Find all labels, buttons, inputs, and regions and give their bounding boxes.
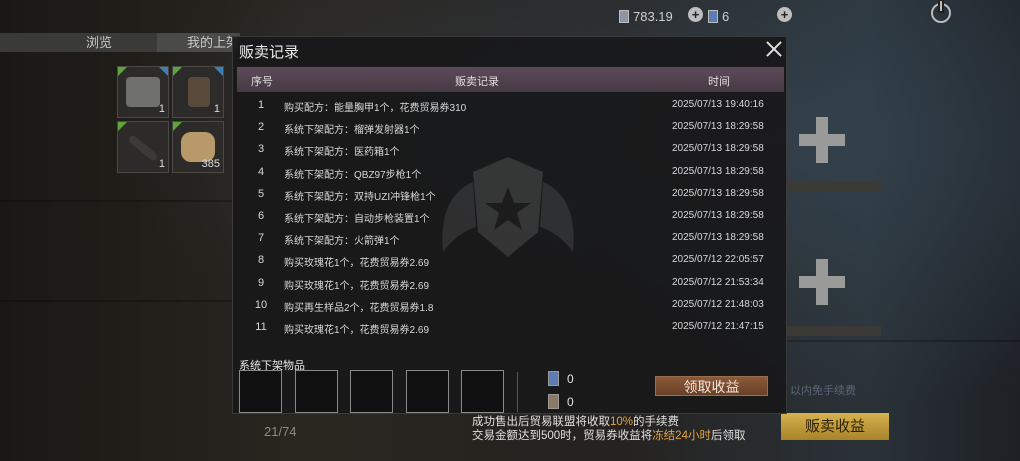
claim-earnings-button[interactable]: 领取收益	[655, 376, 768, 396]
background-note: 以内免手续费	[790, 385, 856, 397]
sales-record-dialog: 贩卖记录 序号 贩卖记录 时间 1 购买配方：能量胸甲1个，花费贸易券310 202…	[232, 36, 787, 414]
add-currency-button[interactable]: +	[688, 7, 703, 22]
check-icon	[173, 67, 182, 76]
tab-bar: 浏览 我的上架	[0, 33, 240, 52]
table-header: 序号 贩卖记录 时间	[237, 67, 784, 92]
ticket-display: 6	[708, 9, 729, 24]
item-figure-icon	[188, 77, 210, 107]
trade-coupon-icon	[548, 394, 559, 409]
inventory-slot[interactable]: 1	[172, 66, 224, 118]
sell-earnings-button[interactable]: 贩卖收益	[781, 413, 889, 440]
column-header-time: 时间	[708, 76, 730, 88]
delisted-item-slot[interactable]	[239, 370, 282, 413]
table-row: 2 系统下架配方：榴弹发射器1个 2025/07/13 18:29:58	[257, 121, 764, 137]
table-row: 6 系统下架配方：自动步枪装置1个 2025/07/13 18:29:58	[257, 209, 764, 225]
shelf-bar	[787, 182, 881, 192]
ticket-icon	[548, 371, 559, 386]
floor-plank	[0, 200, 240, 202]
table-row: 11 购买玫瑰花1个，花费贸易券2.69 2025/07/12 21:47:15	[255, 320, 764, 336]
check-icon	[118, 122, 127, 131]
close-icon[interactable]	[766, 41, 782, 57]
floor-plank	[0, 300, 240, 302]
inventory-slot[interactable]: 1	[117, 121, 169, 173]
shelf-bar	[787, 326, 881, 336]
delisted-item-slot[interactable]	[350, 370, 393, 413]
tab-browse[interactable]: 浏览	[86, 33, 112, 52]
table-row: 7 系统下架配方：火箭弹1个 2025/07/13 18:29:58	[257, 232, 764, 248]
delisted-item-slot[interactable]	[295, 370, 338, 413]
ticket-icon	[708, 10, 718, 23]
item-quantity: 1	[158, 103, 165, 115]
item-rifle-icon	[127, 134, 159, 162]
divider	[517, 372, 518, 412]
delisted-item-slot[interactable]	[461, 370, 504, 413]
table-row: 3 系统下架配方：医药箱1个 2025/07/13 18:29:58	[257, 143, 764, 159]
floor-plank	[780, 340, 1020, 342]
fee-note: 成功售出后贸易联盟将收取10%的手续费 交易金额达到500时，贸易券收益将冻结2…	[472, 416, 746, 442]
item-quantity: 1	[213, 103, 220, 115]
add-listing-slot-icon[interactable]	[799, 117, 845, 163]
trade-coupon-icon	[619, 10, 629, 23]
inventory-slot[interactable]: 385	[172, 121, 224, 173]
column-header-record: 贩卖记录	[455, 76, 499, 88]
table-row: 4 系统下架配方：QBZ97步枪1个 2025/07/13 18:29:58	[257, 165, 764, 181]
tab-my-listings[interactable]: 我的上架	[157, 33, 240, 52]
add-listing-slot-icon[interactable]	[799, 259, 845, 305]
table-row: 9 购买玫瑰花1个，花费贸易券2.69 2025/07/12 21:53:34	[257, 276, 764, 292]
power-icon[interactable]	[931, 1, 951, 23]
currency-display: 783.19	[619, 9, 673, 24]
add-ticket-button[interactable]: +	[777, 7, 792, 22]
table-row: 10 购买再生样品2个，花费贸易券1.8 2025/07/12 21:48:03	[254, 298, 764, 314]
item-quantity: 1	[158, 158, 165, 170]
delisted-item-slot[interactable]	[406, 370, 449, 413]
inventory-slot[interactable]: 1	[117, 66, 169, 118]
check-icon	[118, 67, 127, 76]
table-row: 8 购买玫瑰花1个，花费贸易券2.69 2025/07/12 22:05:57	[257, 254, 764, 270]
inventory-count: 21/74	[264, 424, 297, 439]
coupon-count-row: 0	[548, 394, 574, 409]
table-row: 1 购买配方：能量胸甲1个，花费贸易券310 2025/07/13 19:40:16	[257, 99, 764, 114]
column-header-no: 序号	[251, 76, 273, 88]
item-crate-icon	[126, 77, 160, 107]
corner-tag	[214, 67, 223, 76]
dialog-title: 贩卖记录	[239, 44, 300, 61]
table-row: 5 系统下架配方：双持UZI冲锋枪1个 2025/07/13 18:29:58	[257, 187, 764, 203]
check-icon	[173, 122, 182, 131]
ticket-count-row: 0	[548, 371, 574, 386]
item-quantity: 385	[201, 158, 220, 170]
corner-tag	[159, 67, 168, 76]
record-list[interactable]: 1 购买配方：能量胸甲1个，花费贸易券310 2025/07/13 19:40:16…	[237, 94, 784, 349]
top-bar: 783.19 + 6 +	[0, 0, 1020, 32]
